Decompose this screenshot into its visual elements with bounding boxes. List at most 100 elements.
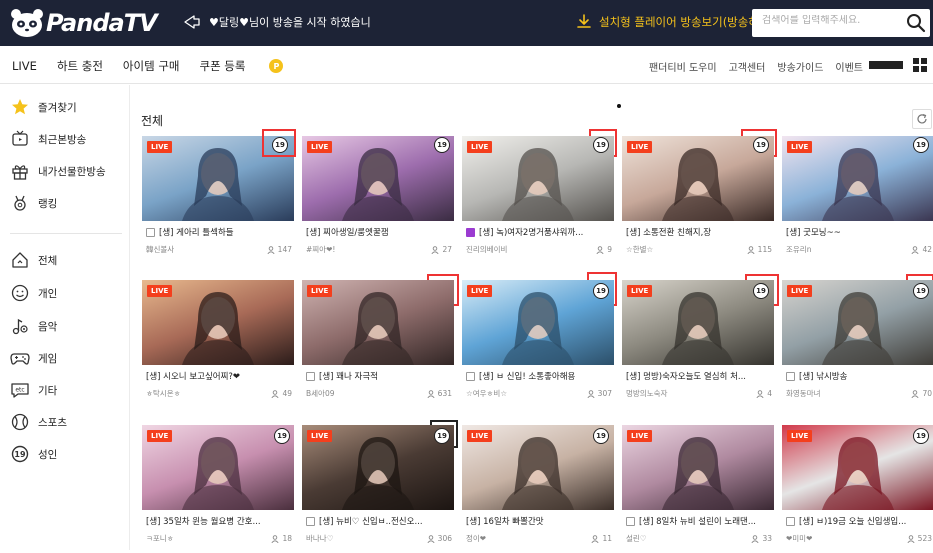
phone-broadcast-icon: [786, 516, 795, 526]
streamer-name[interactable]: ☆한별☆: [626, 244, 653, 255]
streamer-name[interactable]: 설린♡: [626, 533, 647, 544]
nav-live[interactable]: LIVE: [12, 58, 37, 74]
broadcast-title[interactable]: [생] 꽤나 자극적: [306, 370, 454, 382]
streamer-name[interactable]: ❤미미❤: [786, 533, 812, 544]
broadcast-thumbnail[interactable]: LIVE: [142, 280, 294, 365]
broadcast-thumbnail[interactable]: LIVE: [782, 136, 933, 221]
broadcast-card[interactable]: LIVE [생] 시오니 보고싶어찌?❤ ㅎ탁시온ㅎ 49: [142, 280, 294, 408]
search-icon[interactable]: [904, 11, 928, 35]
pandatv-logo[interactable]: PandaTV: [10, 7, 158, 39]
install-player-link[interactable]: 설치형 플레이어 방송보기(방송하기): [575, 13, 774, 31]
sidebar-item-recent[interactable]: 최근본방송: [10, 128, 86, 150]
nav-event[interactable]: 이벤트: [835, 59, 863, 74]
sidebar-item-all[interactable]: 전체: [10, 249, 57, 271]
sidebar-item-ranking[interactable]: 랭킹: [10, 192, 57, 214]
streamer-name[interactable]: B세아09: [306, 388, 335, 399]
nav-coupon[interactable]: 쿠폰 등록 P: [199, 58, 303, 74]
sidebar-item-personal[interactable]: 개인: [10, 282, 57, 304]
redacted-user[interactable]: [869, 61, 903, 69]
streamer-name[interactable]: 정이❤: [466, 533, 486, 544]
broadcast-title[interactable]: [생] 16일차 빠뽈간맛: [466, 515, 614, 527]
broadcast-card[interactable]: LIVE [생] 굿모닝~~ 조유리n 42: [782, 136, 933, 264]
broadcast-meta: ❤미미❤ 523: [786, 533, 932, 544]
broadcast-title[interactable]: [생] ㅂ 신입! 소통좋아해용: [466, 370, 614, 382]
broadcast-title[interactable]: [생] ㅂ)19금 오늘 신입생입...: [786, 515, 933, 527]
tv-icon: [10, 129, 30, 149]
nav-helper[interactable]: 팬더티비 도우미: [649, 59, 717, 74]
download-icon: [577, 14, 591, 28]
streamer-name[interactable]: ㅎ탁시온ㅎ: [146, 388, 181, 399]
broadcast-title[interactable]: [생] 굿모닝~~: [786, 226, 933, 238]
broadcast-thumbnail[interactable]: LIVE: [142, 425, 294, 510]
sidebar-item-favorites[interactable]: 즐겨찾기: [10, 96, 77, 118]
svg-text:etc: etc: [15, 387, 24, 394]
streamer-name[interactable]: ㅋ포니ㅎ: [146, 533, 174, 544]
broadcast-card[interactable]: LIVE [생] ㅂ)19금 오늘 신입생입... ❤미미❤ 523: [782, 425, 933, 553]
broadcast-title[interactable]: [생] 게아리 틀섹하들: [146, 226, 294, 238]
streamer-name[interactable]: 바나나♡: [306, 533, 333, 544]
streamer-name[interactable]: 진리의베이비: [466, 244, 507, 255]
nav-broadcast-guide[interactable]: 방송가이드: [777, 59, 823, 74]
sidebar-item-etc[interactable]: etc 기타: [10, 379, 57, 401]
sidebar-item-adult[interactable]: 19 성인: [10, 443, 57, 465]
broadcast-card[interactable]: LIVE [생] 뉴비♡ 신입ㅂ..전신오... 바나나♡ 306: [302, 425, 454, 553]
broadcast-thumbnail[interactable]: LIVE: [782, 425, 933, 510]
broadcast-card[interactable]: LIVE [생] 녹)여자2명거품샤워까... 진리의베이비 9: [462, 136, 614, 264]
broadcast-title[interactable]: [생] 멍방)숙자오늘도 열심히 처...: [626, 370, 774, 382]
broadcast-card[interactable]: LIVE [생] 낚시방송 화영동마녀 70: [782, 280, 933, 408]
search-input[interactable]: [762, 15, 902, 26]
broadcast-card[interactable]: LIVE [생] 16일차 빠뽈간맛 정이❤ 11: [462, 425, 614, 553]
broadcast-thumbnail[interactable]: LIVE: [302, 280, 454, 365]
sidebar: 즐겨찾기 최근본방송 내가선물한방송 랭킹 전체 개인 음악 게임 etc 기타…: [0, 85, 130, 550]
broadcast-card[interactable]: LIVE [생] 멍방)숙자오늘도 열심히 처... 멍방의노숙자 4: [622, 280, 774, 408]
broadcast-title-text: [생] 소통전환 친해지,장: [626, 228, 712, 238]
broadcast-title-text: [생] 낚시방송: [799, 372, 848, 382]
person-icon: [747, 245, 755, 254]
broadcast-thumbnail[interactable]: LIVE: [302, 425, 454, 510]
broadcast-notice[interactable]: ♥달링♥님이 방송을 시작 하였습니: [183, 14, 371, 30]
streamer-name[interactable]: 멍방의노숙자: [626, 388, 667, 399]
broadcast-title[interactable]: [생] 찌아생일/룸엣꿀잼: [306, 226, 454, 238]
share-icon: [184, 15, 200, 29]
broadcast-title[interactable]: [생] 시오니 보고싶어찌?❤: [146, 370, 294, 382]
nav-customer-center[interactable]: 고객센터: [729, 59, 766, 74]
sidebar-item-sports[interactable]: 스포츠: [10, 411, 67, 433]
broadcast-thumbnail[interactable]: LIVE: [622, 425, 774, 510]
nav-heart-charge[interactable]: 하트 충전: [57, 58, 103, 74]
streamer-name[interactable]: ☆여우ㅎ비☆: [466, 388, 507, 399]
streamer-name[interactable]: #찌아❤!: [306, 244, 335, 255]
broadcast-thumbnail[interactable]: LIVE: [462, 425, 614, 510]
broadcast-thumbnail[interactable]: LIVE: [622, 136, 774, 221]
person-icon: [267, 245, 275, 254]
broadcast-title[interactable]: [생] 8일차 뉴비 설린이 노래댄...: [626, 515, 774, 527]
broadcast-card[interactable]: LIVE [생] ㅂ 신입! 소통좋아해용 ☆여우ㅎ비☆ 307: [462, 280, 614, 408]
broadcast-title[interactable]: [생] 뉴비♡ 신입ㅂ..전신오...: [306, 515, 454, 527]
broadcast-title[interactable]: [생] 낚시방송: [786, 370, 933, 382]
refresh-button[interactable]: [912, 109, 932, 129]
sidebar-item-music[interactable]: 음악: [10, 315, 57, 337]
broadcast-thumbnail[interactable]: LIVE: [782, 280, 933, 365]
phone-broadcast-icon: [306, 516, 315, 526]
broadcast-card[interactable]: LIVE [생] 소통전환 친해지,장 ☆한별☆ 115: [622, 136, 774, 264]
viewer-count-value: 49: [282, 389, 292, 398]
broadcast-title[interactable]: [생] 35일차 윈능 월요병 간호...: [146, 515, 294, 527]
broadcast-card[interactable]: LIVE [생] 찌아생일/룸엣꿀잼 #찌아❤! 27: [302, 136, 454, 264]
sidebar-item-game[interactable]: 게임: [10, 347, 57, 369]
person-icon: [911, 389, 920, 398]
broadcast-card[interactable]: LIVE [생] 8일차 뉴비 설린이 노래댄... 설린♡ 33: [622, 425, 774, 553]
streamer-name[interactable]: 조유리n: [786, 244, 811, 255]
broadcast-card[interactable]: LIVE [생] 35일차 윈능 월요병 간호... ㅋ포니ㅎ 18: [142, 425, 294, 553]
broadcast-card[interactable]: LIVE [생] 꽤나 자극적 B세아09 631: [302, 280, 454, 408]
person-icon: [596, 245, 604, 254]
broadcast-thumbnail[interactable]: LIVE: [622, 280, 774, 365]
broadcast-thumbnail[interactable]: LIVE: [462, 280, 614, 365]
streamer-name[interactable]: 화영동마녀: [786, 388, 821, 399]
streamer-name[interactable]: 韓신볼사: [146, 244, 174, 255]
broadcast-title[interactable]: [생] 소통전환 친해지,장: [626, 226, 774, 238]
broadcast-thumbnail[interactable]: LIVE: [462, 136, 614, 221]
nav-item-purchase[interactable]: 아이템 구매: [123, 58, 180, 74]
broadcast-title[interactable]: [생] 녹)여자2명거품샤워까...: [466, 226, 614, 238]
grid-menu-icon[interactable]: [913, 58, 927, 72]
broadcast-thumbnail[interactable]: LIVE: [302, 136, 454, 221]
sidebar-item-gifted[interactable]: 내가선물한방송: [10, 160, 106, 182]
